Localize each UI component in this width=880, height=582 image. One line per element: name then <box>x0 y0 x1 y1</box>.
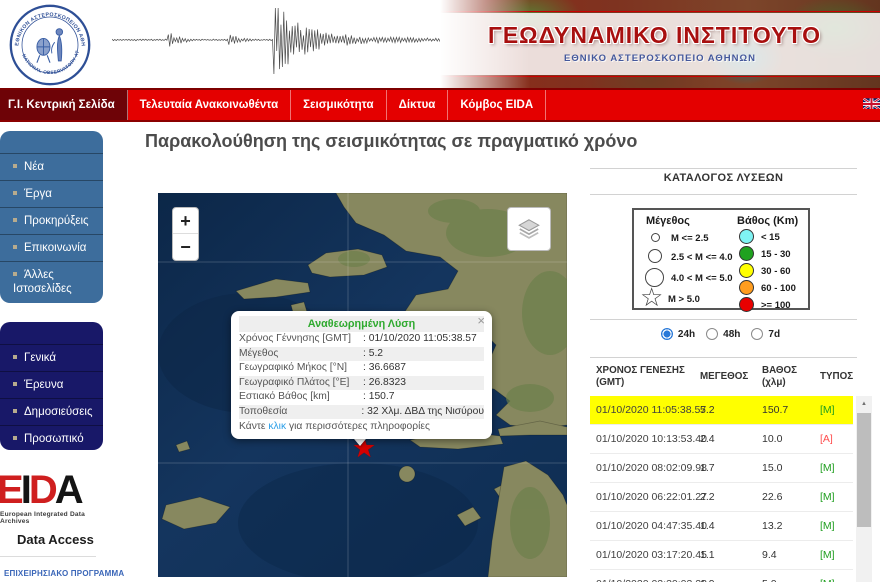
legend-depth-title: Βάθος (Km) <box>737 215 798 227</box>
legend-label: 30 - 60 <box>761 266 791 277</box>
sidebar-item-projects[interactable]: Έργα <box>0 180 103 207</box>
divider <box>0 556 96 557</box>
sidebar-item-contact[interactable]: Επικοινωνία <box>0 234 103 261</box>
page-title: Παρακολούθηση της σεισμικότητας σε πραγμ… <box>145 131 637 152</box>
table-header: ΧΡΟΝΟΣ ΓΕΝΕΣΗΣ(GMT) ΜΕΓΕΘΟΣ ΒΑΘΟΣ(χλμ) Τ… <box>590 361 857 395</box>
observatory-seal-logo[interactable]: ΕΘΝΙΚΟΝ ΑΣΤΕΡΟΣΚΟΠΕΙΟΝ ΑΘΗΝΩΝ NATIONAL O… <box>8 3 92 87</box>
scrollbar-up-arrow[interactable]: ▲ <box>856 396 872 412</box>
table-scrollbar: ▲ <box>856 396 872 582</box>
bullet-icon <box>13 382 17 386</box>
popup-row-depth: Εστιακό Βάθος [km]: 150.7 <box>239 390 484 405</box>
legend-label: < 15 <box>761 232 780 243</box>
sidebar-item-tenders[interactable]: Προκηρύξεις <box>0 207 103 234</box>
magnitude-medium-circle <box>648 249 662 263</box>
sidebar-item-personnel[interactable]: Προσωπικό <box>0 425 103 450</box>
layers-button[interactable] <box>507 207 551 251</box>
table-row[interactable]: 01/10/2020 10:13:53.402.410.0[A] <box>590 425 853 454</box>
magnitude-star-symbol: ☆ <box>640 284 663 310</box>
bullet-icon <box>13 218 17 222</box>
catalog-title: ΚΑΤΑΛΟΓΟΣ ΛΥΣΕΩΝ <box>590 172 857 184</box>
earthquake-popup: × Αναθεωρημένη Λύση Χρόνος Γέννησης [GMT… <box>231 311 492 439</box>
sidebar-item-publications[interactable]: Δημοσιεύσεις <box>0 398 103 425</box>
table-row[interactable]: 01/10/2020 02:30:03.231.95.0[M] <box>590 570 853 582</box>
radio-48h[interactable] <box>706 328 718 340</box>
sidebar-item-research[interactable]: Έρευνα <box>0 371 103 398</box>
page: ΕΘΝΙΚΟΝ ΑΣΤΕΡΟΣΚΟΠΕΙΟΝ ΑΘΗΝΩΝ NATIONAL O… <box>0 0 880 582</box>
nav-item-home[interactable]: Γ.Ι. Κεντρική Σελίδα <box>0 90 128 120</box>
sidebar-item-general[interactable]: Γενικά <box>0 344 103 371</box>
popup-row-location: Τοποθεσία: 32 Χλμ. ΔΒΔ της Νισύρου <box>239 405 484 420</box>
zoom-out-button[interactable]: − <box>173 234 198 260</box>
divider <box>590 194 857 195</box>
depth-swatch <box>739 297 754 312</box>
table-row[interactable]: 01/10/2020 11:05:38.575.2150.7[M] <box>590 396 853 425</box>
popup-title: Αναθεωρημένη Λύση <box>239 316 484 332</box>
legend-label: 15 - 30 <box>761 249 791 260</box>
popup-row-origin-time: Χρόνος Γέννησης [GMT]: 01/10/2020 11:05:… <box>239 332 484 347</box>
bullet-icon <box>13 355 17 359</box>
popup-row-magnitude: Μέγεθος: 5.2 <box>239 347 484 362</box>
more-info-link[interactable]: κλικ <box>268 421 286 432</box>
eida-caption: European Integrated Data Archives <box>0 511 110 525</box>
bullet-icon <box>13 409 17 413</box>
seismicity-map[interactable]: + − ★ × Αναθεωρημένη Λύση Χρόνος Γέννηση… <box>158 193 567 577</box>
legend-label: >= 100 <box>761 300 791 311</box>
map-zoom-control: + − <box>172 207 199 261</box>
zoom-in-button[interactable]: + <box>173 208 198 234</box>
depth-swatch <box>739 229 754 244</box>
divider <box>590 319 857 320</box>
sidebar-panel-top: Νέα Έργα Προκηρύξεις Επικοινωνία Άλλες Ι… <box>0 131 103 303</box>
depth-swatch <box>739 280 754 295</box>
period-selector: 24h 48h 7d <box>590 328 857 340</box>
sidebar-item-news[interactable]: Νέα <box>0 153 103 180</box>
operational-program-label: ΕΠΙΧΕΙΡΗΣΙΑΚΟ ΠΡΟΓΡΑΜΜΑ <box>4 569 124 578</box>
seismogram-trace <box>112 6 464 78</box>
scrollbar-thumb[interactable] <box>857 413 871 527</box>
legend-label: 60 - 100 <box>761 283 796 294</box>
table-row[interactable]: 01/10/2020 08:02:09.981.715.0[M] <box>590 454 853 483</box>
popup-footer: Κάντε κλικ για περισσότερες πληροφορίες <box>239 419 484 435</box>
data-access-link[interactable]: Data Access <box>17 532 94 547</box>
depth-swatch <box>739 246 754 261</box>
sidebar-panel-bottom: Γενικά Έρευνα Δημοσιεύσεις Προσωπικό <box>0 322 103 450</box>
radio-48h-label[interactable]: 48h <box>723 329 740 340</box>
map-legend: Μέγεθος M <= 2.5 2.5 < M <= 4.0 4.0 < M … <box>632 208 810 310</box>
bullet-icon <box>13 164 17 168</box>
close-icon[interactable]: × <box>477 313 485 328</box>
legend-label: 4.0 < M <= 5.0 <box>671 273 733 284</box>
layers-icon <box>516 216 542 242</box>
bullet-icon <box>13 272 17 276</box>
legend-label: M > 5.0 <box>668 294 700 305</box>
radio-24h-label[interactable]: 24h <box>678 329 695 340</box>
legend-label: 2.5 < M <= 4.0 <box>671 252 733 263</box>
table-row[interactable]: 01/10/2020 04:47:35.401.413.2[M] <box>590 512 853 541</box>
eida-logo[interactable]: EIDA European Integrated Data Archives <box>0 470 110 525</box>
bullet-icon <box>13 436 17 440</box>
bullet-icon <box>13 191 17 195</box>
divider <box>590 357 857 358</box>
legend-magnitude-title: Μέγεθος <box>646 215 690 227</box>
radio-7d[interactable] <box>751 328 763 340</box>
divider <box>590 168 857 169</box>
popup-row-latitude: Γεωγραφικό Πλάτος [°E]: 26.8323 <box>239 376 484 391</box>
earthquake-table: 01/10/2020 11:05:38.575.2150.7[M] 01/10/… <box>590 396 857 582</box>
popup-row-longitude: Γεωγραφικό Μήκος [°N]: 36.6687 <box>239 361 484 376</box>
solutions-panel: ΚΑΤΑΛΟΓΟΣ ΛΥΣΕΩΝ Μέγεθος M <= 2.5 2.5 < … <box>590 0 880 582</box>
sidebar-item-other-sites[interactable]: Άλλες Ιστοσελίδες <box>0 261 103 302</box>
magnitude-small-circle <box>651 233 660 242</box>
depth-swatch <box>739 263 754 278</box>
nav-item-eida-node[interactable]: Κόμβος EIDA <box>448 90 546 120</box>
radio-7d-label[interactable]: 7d <box>768 329 780 340</box>
legend-label: M <= 2.5 <box>671 233 709 244</box>
radio-24h[interactable] <box>661 328 673 340</box>
bullet-icon <box>13 245 17 249</box>
nav-item-announcements[interactable]: Τελευταία Ανακοινωθέντα <box>128 90 291 120</box>
nav-item-seismicity[interactable]: Σεισμικότητα <box>291 90 386 120</box>
table-row[interactable]: 01/10/2020 06:22:01.272.222.6[M] <box>590 483 853 512</box>
table-row[interactable]: 01/10/2020 03:17:20.451.19.4[M] <box>590 541 853 570</box>
nav-item-networks[interactable]: Δίκτυα <box>387 90 449 120</box>
